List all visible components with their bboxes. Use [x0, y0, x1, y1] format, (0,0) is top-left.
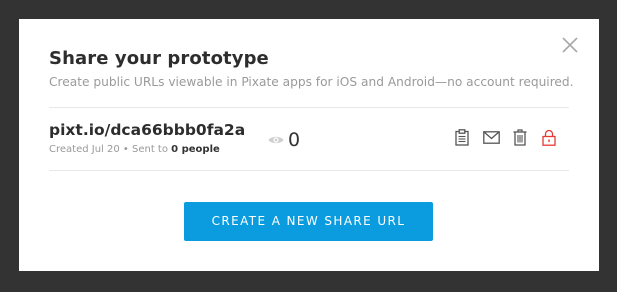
- share-actions: [453, 128, 558, 146]
- trash-icon: [513, 128, 527, 146]
- dialog-title: Share your prototype: [49, 48, 269, 69]
- divider: [49, 170, 569, 171]
- clipboard-icon: [455, 128, 469, 146]
- create-share-url-button[interactable]: CREATE A NEW SHARE URL: [184, 202, 433, 241]
- view-counter: 0: [268, 128, 300, 152]
- lock-toggle-button[interactable]: [540, 128, 558, 146]
- close-icon: [562, 37, 578, 53]
- lock-icon: [542, 129, 556, 146]
- eye-icon: [268, 136, 284, 144]
- share-dialog: Share your prototype Create public URLs …: [19, 19, 599, 271]
- view-count: 0: [288, 129, 301, 151]
- dialog-subtitle: Create public URLs viewable in Pixate ap…: [49, 75, 574, 89]
- sent-count: 0 people: [171, 144, 220, 155]
- delete-url-button[interactable]: [511, 128, 529, 146]
- created-text: Created Jul 20 • Sent to: [49, 144, 168, 155]
- close-button[interactable]: [562, 37, 578, 53]
- divider: [49, 107, 569, 108]
- copy-url-button[interactable]: [453, 128, 471, 146]
- email-url-button[interactable]: [482, 128, 500, 146]
- share-meta: Created Jul 20 • Sent to 0 people: [49, 144, 220, 155]
- envelope-icon: [482, 130, 500, 144]
- share-url[interactable]: pixt.io/dca66bbb0fa2a: [49, 121, 245, 139]
